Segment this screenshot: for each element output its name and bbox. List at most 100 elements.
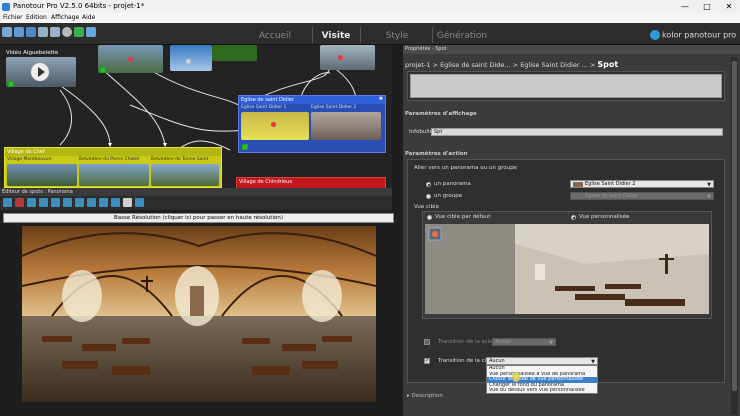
grid-icon[interactable] (111, 198, 120, 207)
maximize-icon[interactable]: □ (696, 0, 718, 13)
menu-edition[interactable]: Edition (26, 13, 47, 23)
spot-marker-icon[interactable] (271, 122, 276, 127)
group-card-eglise[interactable]: Eglise de saint Didier ✖ Eglise Saint Di… (238, 95, 386, 153)
panorama-thumbnail[interactable] (212, 45, 257, 61)
main-toolbar: Accueil Visite Style Génération kolor pa… (0, 23, 740, 45)
card-close-icon[interactable]: ✖ (379, 96, 383, 102)
spot-marker-icon[interactable] (338, 55, 343, 60)
editor-panel-header: Éditeur de spots : Panorama (0, 188, 392, 196)
action-section-title: Paramètres d'action (405, 151, 468, 157)
pano-thumb-icon (573, 182, 583, 187)
title-bar: Panotour Pro V2.5.0 64bits - projet-1* —… (0, 0, 740, 13)
close-icon[interactable]: ✕ (718, 0, 740, 13)
radio-panorama-label: un panorama (434, 181, 471, 187)
preview-icon[interactable] (86, 27, 96, 37)
point-spot-icon[interactable] (15, 198, 24, 207)
node-status-icon (8, 81, 14, 87)
menu-affichage[interactable]: Affichage (51, 13, 79, 23)
transition-scene-select[interactable]: Aucun ▼ (492, 338, 556, 346)
undo-icon[interactable] (38, 27, 48, 37)
view-target-box: Vue cible par défaut Vue personnalisée (422, 211, 712, 319)
breadcrumb-item[interactable]: projet-1 (405, 61, 430, 69)
tab-generation[interactable]: Génération (434, 29, 490, 43)
spot-marker-icon[interactable] (128, 57, 133, 62)
radio-group[interactable] (426, 194, 431, 199)
zoom-in-icon[interactable] (51, 198, 60, 207)
panorama-thumbnail[interactable] (151, 164, 219, 186)
tab-accueil[interactable]: Accueil (240, 29, 310, 43)
panorama-thumbnail[interactable] (320, 45, 375, 70)
radio-view-default[interactable] (427, 215, 432, 220)
image-icon[interactable] (123, 198, 132, 207)
play-icon[interactable] (74, 27, 84, 37)
panorama-thumbnail[interactable] (170, 45, 212, 71)
rotate-icon[interactable] (87, 198, 96, 207)
group-select[interactable]: Eglise de saint Didier ▼ (570, 192, 714, 200)
panorama-label: Village Montbeuvon (7, 157, 52, 162)
play-video-icon[interactable] (31, 63, 49, 81)
pan-icon[interactable] (99, 198, 108, 207)
dropdown-option[interactable]: Vue du dessus vers vue personnalisée (487, 388, 597, 394)
video-node-label: Vidéo Aiguebelette (6, 50, 59, 56)
breadcrumb-current: Spot (597, 60, 619, 69)
target-view-preview[interactable] (425, 224, 709, 314)
redo-icon[interactable] (50, 27, 60, 37)
minimize-icon[interactable]: — (674, 0, 696, 13)
spot-marker-icon[interactable] (186, 59, 191, 64)
resolution-toggle-button[interactable]: Basse Résolution (cliquer ici pour passe… (3, 213, 394, 223)
tab-visite[interactable]: Visite (314, 29, 358, 43)
tour-graph-panel[interactable]: Vidéo Aiguebelette Eglise de saint Didie… (0, 45, 392, 188)
nav-separator (432, 27, 433, 43)
panorama-label: Eglise Saint Didier 1 (241, 105, 287, 110)
save-icon[interactable] (26, 27, 36, 37)
church-panorama-image (22, 226, 376, 402)
transition-view-select[interactable]: Aucun ▼ (486, 357, 598, 365)
panorama-thumbnail[interactable] (7, 164, 77, 186)
panorama-label: Belvédère de Tonne Saint (151, 157, 209, 162)
brand-logo: kolor panotour pro (650, 30, 736, 40)
panorama-label: Belvédère du Pierre Chatel (79, 157, 140, 162)
video-node-thumbnail[interactable] (6, 57, 76, 87)
open-project-icon[interactable] (14, 27, 24, 37)
tab-style[interactable]: Style (362, 29, 432, 43)
layout-icon[interactable] (135, 198, 144, 207)
radio-panorama[interactable] (426, 182, 431, 187)
settings-icon[interactable] (62, 27, 72, 37)
properties-scrollbar[interactable] (731, 57, 738, 415)
panorama-thumbnail[interactable] (311, 112, 381, 140)
view-target-label: Vue cible (414, 204, 439, 210)
chevron-down-icon: ▼ (707, 182, 711, 188)
radio-group-label: un groupe (434, 193, 463, 199)
description-label[interactable]: ▸ Description (407, 393, 443, 399)
group-card-title: Eglise de saint Didier (239, 96, 385, 104)
transition-view-checkbox[interactable]: ✓ (424, 358, 430, 364)
group-card-title: Village de Chindrieux (237, 178, 385, 186)
radio-view-default-label: Vue cible par défaut (435, 214, 491, 220)
transition-scene-checkbox[interactable] (424, 339, 430, 345)
infobulle-input[interactable]: Spt (431, 128, 723, 136)
node-status-icon (100, 67, 106, 73)
display-section-title: Paramètres d'affichage (405, 111, 477, 117)
scrollbar-thumb[interactable] (732, 61, 737, 391)
zoom-fit-icon[interactable] (75, 198, 84, 207)
editor-toolbar (0, 196, 392, 210)
menu-aide[interactable]: Aide (82, 13, 95, 23)
breadcrumb-item[interactable]: Eglise Saint Didier ... (520, 61, 588, 69)
group-card-village[interactable]: Village de Chef Village Montbeuvon Belvé… (4, 147, 222, 188)
select-tool-icon[interactable] (3, 198, 12, 207)
menu-fichier[interactable]: Fichier (3, 13, 23, 23)
zoom-out-icon[interactable] (63, 198, 72, 207)
panorama-viewport[interactable] (22, 226, 376, 402)
breadcrumb-item[interactable]: Eglise de saint Dide... (440, 61, 511, 69)
group-card-chindrieux[interactable]: Village de Chindrieux (236, 177, 386, 188)
breadcrumb: projet-1 > Eglise de saint Dide... > Egl… (405, 60, 619, 69)
polygon-spot-icon[interactable] (27, 198, 36, 207)
move-tool-icon[interactable] (39, 198, 48, 207)
new-project-icon[interactable] (2, 27, 12, 37)
radio-view-custom-label: Vue personnalisée (579, 214, 630, 220)
transition-dropdown-list[interactable]: Aucun Vue personnalisée à vue de panoram… (486, 365, 598, 394)
panorama-thumbnail[interactable] (79, 164, 149, 186)
properties-header: Propriétés - Spot (403, 45, 740, 54)
panorama-select[interactable]: Eglise Saint Didier 2 ▼ (570, 180, 714, 188)
radio-view-custom[interactable] (571, 215, 576, 220)
